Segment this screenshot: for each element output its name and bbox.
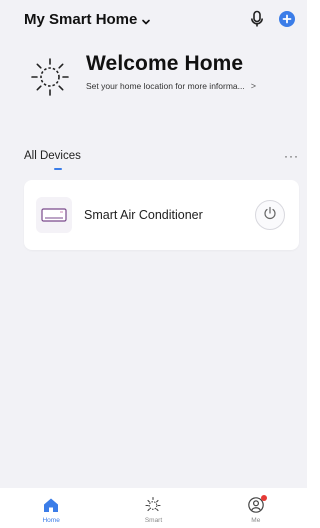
power-button[interactable] [255, 200, 285, 230]
device-card[interactable]: Smart Air Conditioner [24, 180, 299, 250]
tab-me-label: Me [251, 517, 261, 524]
devices-section-header: All Devices ··· [0, 146, 307, 166]
chevron-right-icon: > [250, 81, 257, 91]
home-name: My Smart Home [24, 10, 138, 28]
tab-home[interactable]: Home [16, 496, 86, 524]
bottom-tab-bar: Home Smart Me [0, 488, 307, 528]
tab-all-devices[interactable]: All Devices [24, 150, 81, 162]
tab-smart-label: Smart [144, 517, 163, 524]
power-icon [263, 206, 277, 225]
device-name: Smart Air Conditioner [84, 208, 203, 222]
header-actions [249, 10, 295, 28]
sun-icon [28, 55, 72, 99]
home-selector[interactable]: My Smart Home [24, 11, 151, 28]
app-screen: My Smart Home Welcome Home Set your home… [0, 0, 307, 528]
welcome-text: Welcome Home Set your home location for … [86, 52, 256, 91]
welcome-title: Welcome Home [86, 52, 244, 75]
active-tab-indicator [54, 168, 62, 170]
plus-circle-icon[interactable] [279, 11, 295, 27]
tab-me[interactable]: Me [221, 495, 291, 524]
notification-badge [260, 495, 267, 501]
user-circle-icon [247, 495, 267, 514]
tab-smart[interactable]: Smart [118, 496, 188, 524]
welcome-banner[interactable]: Welcome Home Set your home location for … [0, 52, 307, 112]
tab-home-label: Home [42, 517, 60, 524]
more-options-icon[interactable]: ··· [284, 149, 299, 163]
chevron-down-icon [141, 14, 151, 25]
microphone-icon[interactable] [249, 10, 265, 28]
top-header: My Smart Home [0, 0, 307, 38]
sun-icon [144, 496, 162, 514]
air-conditioner-icon [36, 197, 72, 233]
welcome-subtitle: Set your home location for more informa.… [86, 81, 245, 91]
home-icon [42, 496, 60, 514]
welcome-subtitle-row: Set your home location for more informa.… [86, 81, 256, 91]
